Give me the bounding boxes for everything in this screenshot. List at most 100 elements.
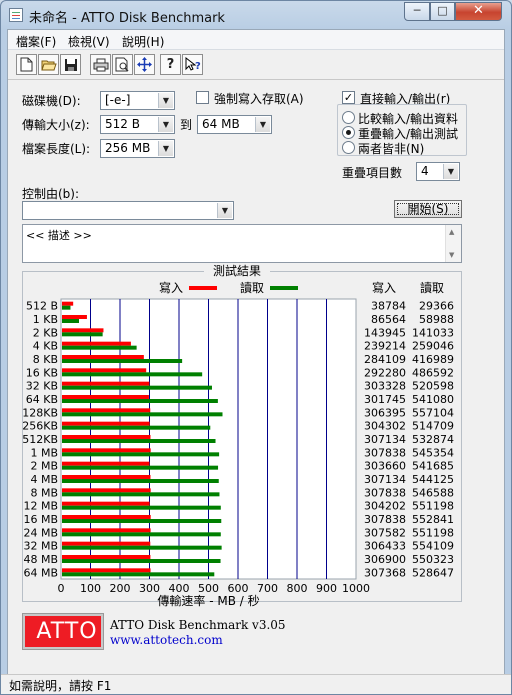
read-bar xyxy=(62,452,220,457)
write-bar xyxy=(62,528,151,533)
read-bar xyxy=(62,372,203,377)
y-category-label: 1 KB xyxy=(33,313,58,326)
window-title: 未命名 - ATTO Disk Benchmark xyxy=(29,11,225,26)
write-value: 306433 xyxy=(364,540,406,553)
write-bar xyxy=(62,555,151,559)
write-bar xyxy=(62,341,131,346)
read-bar xyxy=(62,532,221,537)
results-title: 測試結果 xyxy=(213,263,261,278)
y-category-label: 32 KB xyxy=(26,380,58,393)
write-bar xyxy=(62,488,151,493)
read-bar xyxy=(62,519,222,523)
app-icon[interactable] xyxy=(9,8,23,22)
read-value: 532874 xyxy=(412,433,454,446)
write-value: 307838 xyxy=(364,486,406,499)
read-value: 557104 xyxy=(412,406,454,419)
read-value: 551198 xyxy=(412,500,454,513)
y-category-label: 2 MB xyxy=(30,460,58,473)
write-bar xyxy=(62,435,151,439)
read-value: 141033 xyxy=(412,326,454,339)
atto-logo-text: ATTO xyxy=(36,619,98,644)
legend-write-swatch xyxy=(189,286,217,290)
title-bar[interactable]: 未命名 - ATTO Disk Benchmark ─ □ ✕ xyxy=(1,1,511,29)
write-value: 307134 xyxy=(364,433,406,446)
x-tick-label: 900 xyxy=(316,582,337,595)
x-tick-label: 800 xyxy=(287,582,308,595)
write-value: 301745 xyxy=(364,393,406,406)
y-category-label: 512KB xyxy=(22,433,58,446)
write-bar xyxy=(62,541,151,546)
write-bar xyxy=(62,568,151,573)
x-axis-label: 傳輸速率 - MB / 秒 xyxy=(157,593,259,608)
y-category-label: 12 MB xyxy=(23,500,58,513)
column-write-header: 寫入 xyxy=(372,280,396,295)
minimize-button[interactable]: ─ xyxy=(404,2,430,21)
x-tick-label: 0 xyxy=(58,582,65,595)
product-name: ATTO Disk Benchmark v3.05 xyxy=(110,618,286,632)
write-value: 307838 xyxy=(364,446,406,459)
write-value: 292280 xyxy=(364,366,406,379)
y-category-label: 4 MB xyxy=(30,473,58,486)
write-bar xyxy=(62,381,150,386)
read-value: 541080 xyxy=(412,393,454,406)
vendor-link[interactable]: www.attotech.com xyxy=(110,633,223,647)
read-value: 259046 xyxy=(412,340,454,353)
x-tick-label: 100 xyxy=(80,582,101,595)
read-bar xyxy=(62,345,137,350)
y-category-label: 256KB xyxy=(22,420,58,433)
write-value: 307582 xyxy=(364,526,406,539)
read-bar xyxy=(62,319,79,323)
close-button[interactable]: ✕ xyxy=(455,2,502,21)
y-category-label: 4 KB xyxy=(33,340,58,353)
write-bar xyxy=(62,421,150,426)
y-category-label: 8 MB xyxy=(30,486,58,499)
x-tick-label: 1000 xyxy=(342,582,370,595)
write-bar xyxy=(62,368,147,373)
application-window: 未命名 - ATTO Disk Benchmark ─ □ ✕ 檔案(F) 檢視… xyxy=(0,0,512,695)
write-value: 86564 xyxy=(371,313,406,326)
y-category-label: 32 MB xyxy=(23,540,58,553)
maximize-button[interactable]: □ xyxy=(430,2,455,21)
write-value: 239214 xyxy=(364,340,406,353)
x-tick-label: 700 xyxy=(257,582,278,595)
write-bar xyxy=(62,395,149,399)
read-bar xyxy=(62,559,221,563)
status-bar: 如需說明，請按 F1 xyxy=(1,674,511,694)
y-category-label: 512 B xyxy=(26,300,58,313)
write-bar xyxy=(62,328,104,333)
write-value: 303328 xyxy=(364,380,406,393)
read-value: 552841 xyxy=(412,513,454,526)
y-category-label: 64 KB xyxy=(26,393,58,406)
y-category-label: 64 MB xyxy=(23,566,58,579)
y-category-label: 16 KB xyxy=(26,366,58,379)
read-value: 546588 xyxy=(412,486,454,499)
write-value: 143945 xyxy=(364,326,406,339)
y-category-label: 48 MB xyxy=(23,553,58,566)
write-value: 284109 xyxy=(364,353,406,366)
write-bar xyxy=(62,355,144,359)
y-category-label: 2 KB xyxy=(33,326,58,339)
write-value: 306395 xyxy=(364,406,406,419)
read-value: 514709 xyxy=(412,420,454,433)
write-value: 307134 xyxy=(364,473,406,486)
read-bar xyxy=(62,465,219,470)
write-bar xyxy=(62,408,151,413)
legend-write-label: 寫入 xyxy=(159,280,183,295)
write-bar xyxy=(62,315,87,319)
read-bar xyxy=(62,305,71,310)
results-chart: 測試結果寫入 讀取 寫入 讀取0 100 200 300 400 500 600 700 800 900… xyxy=(22,263,454,608)
read-bar xyxy=(62,545,222,550)
write-bar xyxy=(62,448,151,453)
write-value: 304302 xyxy=(364,420,406,433)
write-bar xyxy=(62,301,74,306)
y-category-label: 1 MB xyxy=(30,446,58,459)
client-area: 檔案(F) 檢視(V) 說明(H) ? ? 磁碟機(D): [-e-] ▼ 強制寫… xyxy=(7,29,505,688)
read-value: 541685 xyxy=(412,460,454,473)
y-category-label: 128KB xyxy=(22,406,58,419)
write-bar xyxy=(62,475,151,479)
read-bar xyxy=(62,412,223,417)
write-value: 303660 xyxy=(364,460,406,473)
read-value: 29366 xyxy=(419,300,454,313)
write-value: 307368 xyxy=(364,566,406,579)
read-bar xyxy=(62,479,219,483)
